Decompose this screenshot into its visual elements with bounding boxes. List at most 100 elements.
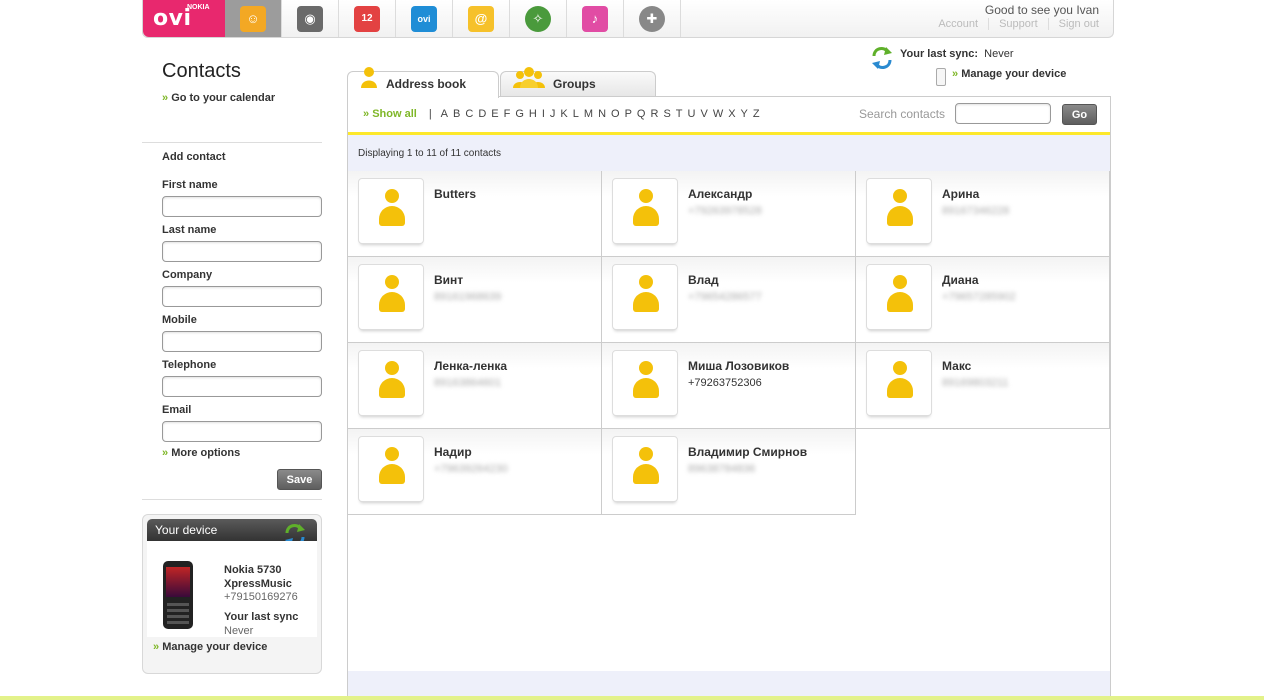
contact-avatar[interactable] [866, 178, 932, 244]
contact-card[interactable]: Ленка-ленка 89163864601 [348, 343, 602, 429]
last-name-input[interactable] [162, 241, 322, 262]
support-link[interactable]: Support [988, 18, 1048, 30]
mobile-input[interactable] [162, 331, 322, 352]
contact-card[interactable]: Владимир Смирнов 89638784836 [602, 429, 856, 515]
first-name-input[interactable] [162, 196, 322, 217]
search-contacts-input[interactable] [955, 103, 1051, 124]
contact-card[interactable]: Макс 89169803211 [856, 343, 1110, 429]
contact-name[interactable]: Диана [942, 273, 979, 287]
person-icon [893, 361, 907, 375]
contact-card[interactable]: Арина 89167346228 [856, 171, 1110, 257]
nav-maps[interactable]: ✧ [510, 0, 567, 37]
letter-filter[interactable]: W [713, 108, 723, 120]
nav-store[interactable]: ovi [396, 0, 453, 37]
contact-card[interactable]: Надир +79639264230 [348, 429, 602, 515]
contact-name[interactable]: Владимир Смирнов [688, 445, 807, 459]
letter-filter[interactable]: I [542, 108, 545, 120]
nav-calendar[interactable]: 12 [339, 0, 396, 37]
letter-filter[interactable]: Q [637, 108, 646, 120]
nav-contacts[interactable]: ☺ [225, 0, 282, 37]
letter-filter[interactable]: R [650, 108, 658, 120]
letter-filter[interactable]: B [453, 108, 460, 120]
sign-out-link[interactable]: Sign out [1047, 18, 1109, 30]
letter-filter[interactable]: C [465, 108, 473, 120]
manage-device-top-link[interactable]: » Manage your device [952, 68, 1066, 80]
contact-avatar[interactable] [612, 178, 678, 244]
telephone-label: Telephone [162, 359, 217, 371]
phone-image [163, 561, 193, 629]
contact-card[interactable]: Butters [348, 171, 602, 257]
nav-music[interactable]: ♪ [567, 0, 624, 37]
contact-phone: +79657285902 [942, 291, 1016, 303]
contact-name[interactable]: Арина [942, 187, 979, 201]
contact-avatar[interactable] [358, 264, 424, 330]
contact-phone: 89638784836 [688, 463, 756, 475]
letter-filter[interactable]: H [529, 108, 537, 120]
add-contact-heading: Add contact [162, 151, 226, 163]
letter-filter[interactable]: Z [753, 108, 760, 120]
account-link[interactable]: Account [928, 18, 988, 30]
email-input[interactable] [162, 421, 322, 442]
nav-photos[interactable]: ◉ [282, 0, 339, 37]
go-button[interactable]: Go [1062, 104, 1097, 125]
ovi-logo[interactable]: ovi NOKIA [143, 0, 225, 37]
contact-avatar[interactable] [866, 350, 932, 416]
contact-card[interactable]: Александр +79263978528 [602, 171, 856, 257]
letter-filter[interactable]: K [560, 108, 567, 120]
person-icon [385, 275, 399, 289]
person-icon [639, 275, 653, 289]
contact-avatar[interactable] [612, 350, 678, 416]
contact-avatar[interactable] [358, 436, 424, 502]
contact-name[interactable]: Надир [434, 445, 472, 459]
letter-filter[interactable]: E [491, 108, 498, 120]
letter-filter[interactable]: S [663, 108, 670, 120]
compass-icon: ✧ [525, 5, 551, 32]
letter-filter[interactable]: V [700, 108, 707, 120]
letter-filter[interactable]: G [515, 108, 524, 120]
letter-filter[interactable]: F [504, 108, 511, 120]
manage-device-link[interactable]: » Manage your device [153, 641, 267, 653]
account-links: Account Support Sign out [928, 18, 1109, 30]
company-input[interactable] [162, 286, 322, 307]
contact-name[interactable]: Александр [688, 187, 752, 201]
letter-filter[interactable]: J [550, 108, 556, 120]
contact-card[interactable]: Винт 89161968639 [348, 257, 602, 343]
contact-name[interactable]: Макс [942, 359, 971, 373]
last-sync-info: Your last sync: Never [900, 48, 1014, 60]
letter-filter[interactable]: M [584, 108, 593, 120]
more-options-link[interactable]: » More options [162, 447, 240, 459]
contact-avatar[interactable] [612, 264, 678, 330]
contact-name[interactable]: Винт [434, 273, 463, 287]
music-icon: ♪ [582, 5, 608, 32]
contact-avatar[interactable] [358, 178, 424, 244]
letter-filter[interactable]: L [573, 108, 579, 120]
letter-filter[interactable]: Y [741, 108, 748, 120]
contact-name[interactable]: Ленка-ленка [434, 359, 507, 373]
letter-filter[interactable]: T [676, 108, 683, 120]
show-all-link[interactable]: » Show all [363, 108, 417, 120]
letter-filter[interactable]: P [625, 108, 632, 120]
letter-filter[interactable]: N [598, 108, 606, 120]
contact-name[interactable]: Миша Лозовиков [688, 359, 789, 373]
nav-games[interactable]: ✚ [624, 0, 681, 37]
tab-groups[interactable]: Groups [500, 67, 656, 97]
letter-filter[interactable]: X [728, 108, 735, 120]
device-number: +79150169276 [224, 591, 298, 603]
letter-filter[interactable]: A [441, 108, 448, 120]
letter-filter[interactable]: D [478, 108, 486, 120]
tab-address-book[interactable]: Address book [347, 67, 499, 98]
contact-name[interactable]: Butters [434, 187, 476, 201]
nav-mail[interactable]: @ [453, 0, 510, 37]
contact-avatar[interactable] [866, 264, 932, 330]
letter-filter[interactable]: O [611, 108, 620, 120]
contact-card[interactable]: Влад +79654286577 [602, 257, 856, 343]
contact-avatar[interactable] [612, 436, 678, 502]
contact-avatar[interactable] [358, 350, 424, 416]
go-to-calendar-link[interactable]: » Go to your calendar [162, 92, 275, 104]
contact-card[interactable]: Диана +79657285902 [856, 257, 1110, 343]
save-button[interactable]: Save [277, 469, 322, 490]
letter-filter[interactable]: U [688, 108, 696, 120]
contact-name[interactable]: Влад [688, 273, 719, 287]
contact-card[interactable]: Миша Лозовиков +79263752306 [602, 343, 856, 429]
telephone-input[interactable] [162, 376, 322, 397]
